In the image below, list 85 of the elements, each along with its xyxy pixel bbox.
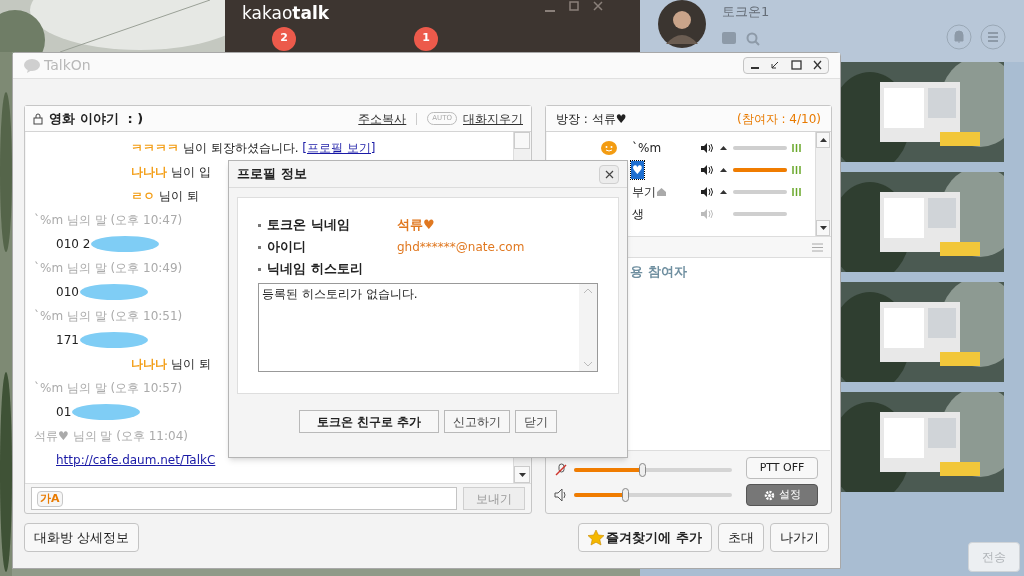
house-icon [657,188,666,196]
profile-link[interactable]: [프로필 보기] [302,141,376,155]
message-header: `%m 님의 말 (오후 10:57) [34,380,183,397]
message-text: 010 2 [56,236,91,253]
field-value: 석류♥ [397,216,435,235]
action-button[interactable]: 초대 [718,523,764,552]
system-message: 나나나 님이 입 [131,164,211,181]
menu-icon[interactable] [812,242,823,252]
participant-name[interactable]: ♥ [631,161,644,179]
caret-icon[interactable] [719,190,727,194]
bullet-icon [258,223,261,227]
field-label: 닉네임 히스토리 [267,260,364,279]
participant-name[interactable]: `%m [631,139,663,157]
room-title: 영화 이야기 : ) [49,109,145,128]
lock-icon [33,112,43,125]
star-icon [588,529,605,546]
message-header: 석류♥ 님의 말 (오후 11:04) [34,428,188,445]
message-header: `%m 님의 말 (오후 10:47) [34,212,183,229]
message-text: 171 [56,332,79,349]
profile-name: 토크온1 [722,3,771,21]
favorite-button[interactable]: 즐겨찾기에 추가 [578,523,712,552]
participant-name[interactable]: 부기 [631,183,657,201]
signal-icon [792,144,801,152]
field-label: 아이디 [267,238,307,257]
scroll-down-icon[interactable] [819,226,827,230]
scroll-up-icon[interactable] [819,138,827,142]
participant-count: (참여자 : 4/10) [737,110,821,128]
settings-button[interactable]: 설정 [746,484,818,506]
field-value: ghd******@nate.com [397,239,525,256]
message-header: `%m 님의 말 (오후 10:49) [34,260,183,277]
field-label: 토크온 닉네임 [267,216,351,235]
speech-bubble-icon [24,58,40,73]
system-message: 나나나 님이 퇴 [131,356,211,373]
scroll-down-button[interactable] [514,466,530,483]
chat-link[interactable]: http://cafe.daum.net/TalkC [56,451,216,469]
dialog-button[interactable]: 닫기 [515,410,558,433]
volume-slider[interactable] [574,487,732,502]
avatar-icon [658,0,706,48]
signal-icon [792,188,801,196]
caret-icon[interactable] [719,146,727,150]
dialog-title: 프로필 정보 [237,165,307,184]
speaker-icon[interactable] [554,487,568,502]
message-text: 01 [56,404,72,421]
volume-slider[interactable] [574,462,732,477]
clear-chat-link[interactable]: 대화지우기 [463,109,523,128]
chat-icon[interactable] [722,31,736,46]
close-icon [604,169,614,179]
maximize-icon[interactable] [569,1,579,13]
message-text: 010 [56,284,79,301]
message-header: `%m 님의 말 (오후 10:51) [34,308,183,325]
copy-address-link[interactable]: 주소복사 [358,109,407,128]
system-message: ㅋㅋㅋㅋ 님이 퇴장하셨습니다. [프로필 보기] [131,140,376,157]
system-message: ㄹㅇ 님이 퇴 [131,188,199,205]
action-button[interactable]: 대화방 상세정보 [24,523,140,552]
speaker-icon[interactable] [701,165,713,175]
close-button[interactable] [599,164,619,184]
bell-icon[interactable] [946,24,972,50]
dialog-button[interactable]: 토크온 친구로 추가 [298,410,440,433]
menu-icon[interactable] [980,24,1006,50]
signal-icon [792,166,801,174]
smiley-icon [601,140,617,156]
window-title: TalkOn [44,56,92,75]
participant-row[interactable]: `%m [547,137,815,159]
history-text: 등록된 히스토리가 없습니다. [261,286,419,303]
ptt-button[interactable]: PTT OFF [746,457,818,479]
speaker-icon[interactable] [701,143,713,153]
speaker-icon[interactable] [701,187,713,197]
bullet-icon [258,245,261,249]
scroll-down-button[interactable] [816,220,830,236]
scroll-up-button[interactable] [816,132,830,148]
kakaotalk-logo: kakaotalk [242,2,330,25]
section-label: 용 참여자 [630,264,687,279]
caret-icon[interactable] [719,168,727,172]
dialog-button[interactable]: 신고하기 [444,410,511,433]
settings-icon [763,489,775,501]
participant-name[interactable]: 생 [631,205,645,223]
scroll-down-icon[interactable] [518,472,526,477]
mic-muted-icon[interactable] [554,462,568,477]
search-icon[interactable] [746,31,760,46]
room-owner: 방장 : 석류♥ [556,110,627,128]
scrollbar[interactable] [815,132,830,236]
bullet-icon [258,267,261,271]
notification-badge: 1 [414,26,438,51]
notification-badge: 2 [272,26,296,51]
action-button[interactable]: 나가기 [770,523,829,552]
